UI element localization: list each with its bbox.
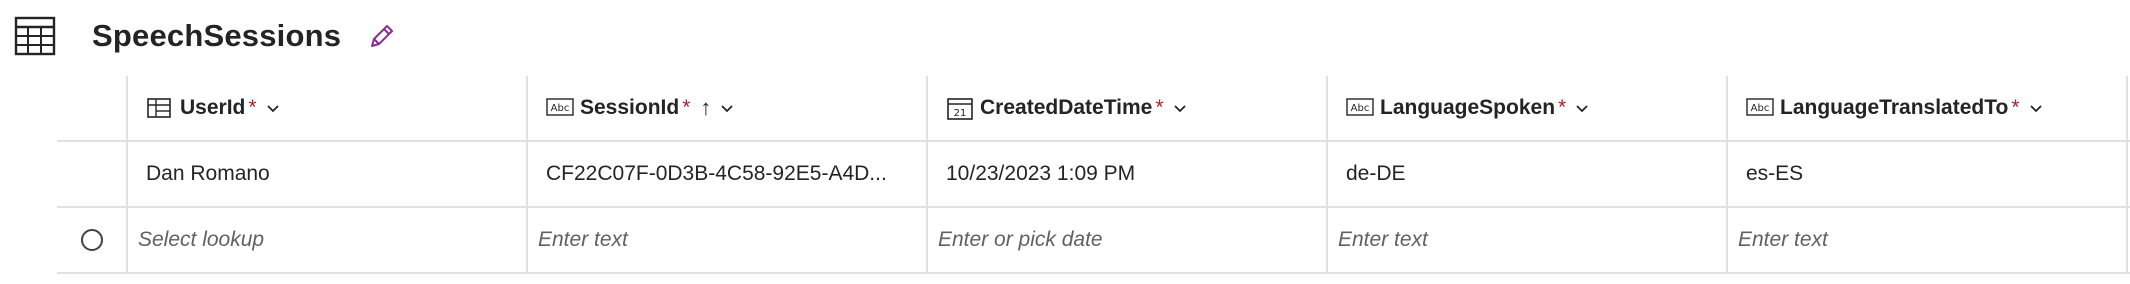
svg-text:Abc: Abc <box>551 103 570 114</box>
page-title: SpeechSessions <box>92 18 342 53</box>
new-row[interactable]: Select lookup Enter text Enter or pick d… <box>57 208 2130 274</box>
chevron-down-icon[interactable] <box>1172 100 1188 116</box>
grid-header-row: UserId * Abc SessionId * ↑ 21 CreatedDat… <box>57 76 2130 142</box>
required-marker: * <box>682 96 691 119</box>
row-select-cell[interactable] <box>57 142 128 206</box>
cell-languagetranslatedto[interactable]: es-ES <box>1728 142 2128 206</box>
cell-createddatetime[interactable]: 10/23/2023 1:09 PM <box>928 142 1328 206</box>
new-languagetranslatedto-input[interactable]: Enter text <box>1728 208 2128 272</box>
column-header-userid[interactable]: UserId * <box>128 76 528 140</box>
new-createddatetime-picker[interactable]: Enter or pick date <box>928 208 1328 272</box>
cell-value: es-ES <box>1746 162 1804 185</box>
column-header-languagetranslatedto[interactable]: Abc LanguageTranslatedTo * <box>1728 76 2128 140</box>
required-marker: * <box>1558 96 1567 119</box>
chevron-down-icon[interactable] <box>1574 100 1590 116</box>
svg-text:Abc: Abc <box>1351 103 1370 114</box>
new-sessionid-input[interactable]: Enter text <box>528 208 928 272</box>
column-header-label: LanguageSpoken <box>1380 96 1556 119</box>
cell-value: Dan Romano <box>146 162 270 185</box>
cell-value: de-DE <box>1346 162 1406 185</box>
cell-userid[interactable]: Dan Romano <box>128 142 528 206</box>
text-abc-icon: Abc <box>1746 98 1774 116</box>
chevron-down-icon[interactable] <box>719 100 735 116</box>
required-marker: * <box>2011 96 2020 119</box>
table-grid-icon <box>14 16 56 56</box>
chevron-down-icon[interactable] <box>2028 100 2044 116</box>
calendar-icon: 21 <box>947 98 973 120</box>
text-placeholder: Enter text <box>1738 228 1828 251</box>
row-select-radio[interactable] <box>80 229 103 251</box>
text-abc-icon: Abc <box>1346 98 1374 116</box>
column-header-label: LanguageTranslatedTo <box>1780 96 2009 119</box>
table-editor-page: SpeechSessions UserId * Abc SessionId * … <box>0 0 2130 284</box>
select-column-header <box>57 76 128 140</box>
column-header-label: CreatedDateTime <box>980 96 1153 119</box>
lookup-icon <box>147 98 171 118</box>
svg-text:21: 21 <box>954 108 967 119</box>
row-select-cell[interactable] <box>57 208 128 272</box>
new-userid-lookup[interactable]: Select lookup <box>128 208 528 272</box>
pencil-edit-icon[interactable] <box>367 21 397 51</box>
cell-languagespoken[interactable]: de-DE <box>1328 142 1728 206</box>
column-header-createddatetime[interactable]: 21 CreatedDateTime * <box>928 76 1328 140</box>
column-header-languagespoken[interactable]: Abc LanguageSpoken * <box>1328 76 1728 140</box>
column-header-sessionid[interactable]: Abc SessionId * ↑ <box>528 76 928 140</box>
sort-ascending-icon: ↑ <box>700 95 712 120</box>
new-languagespoken-input[interactable]: Enter text <box>1328 208 1728 272</box>
table-row[interactable]: Dan Romano CF22C07F-0D3B-4C58-92E5-A4D..… <box>57 142 2130 208</box>
cell-value: 10/23/2023 1:09 PM <box>946 162 1136 185</box>
text-placeholder: Enter text <box>538 228 628 251</box>
cell-sessionid[interactable]: CF22C07F-0D3B-4C58-92E5-A4D... <box>528 142 928 206</box>
text-abc-icon: Abc <box>546 98 574 116</box>
required-marker: * <box>1155 96 1164 119</box>
chevron-down-icon[interactable] <box>265 100 281 116</box>
title-bar: SpeechSessions <box>14 14 397 58</box>
cell-value: CF22C07F-0D3B-4C58-92E5-A4D... <box>546 162 887 185</box>
text-placeholder: Enter text <box>1338 228 1428 251</box>
data-grid: UserId * Abc SessionId * ↑ 21 CreatedDat… <box>57 76 2130 274</box>
svg-text:Abc: Abc <box>1751 103 1770 114</box>
date-placeholder: Enter or pick date <box>938 228 1103 251</box>
column-header-label: UserId <box>180 96 246 119</box>
lookup-placeholder: Select lookup <box>138 228 265 251</box>
required-marker: * <box>248 96 257 119</box>
column-header-label: SessionId <box>580 96 680 119</box>
